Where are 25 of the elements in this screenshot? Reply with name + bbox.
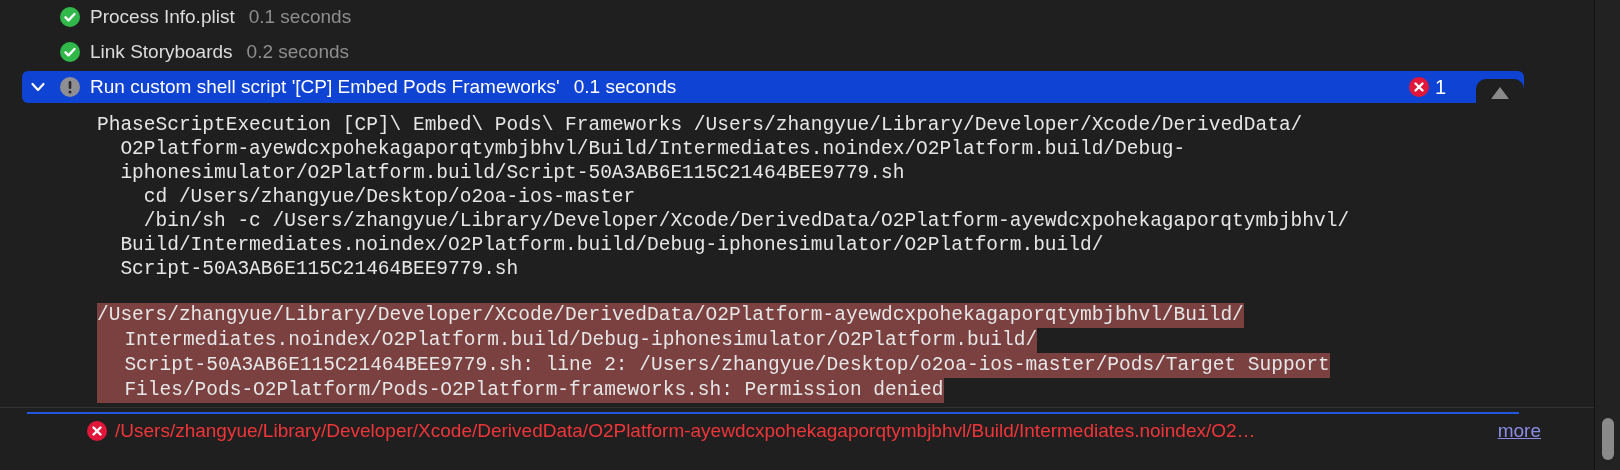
error-icon — [1408, 77, 1429, 97]
error-icon — [87, 421, 107, 441]
log-line: /bin/sh -c /Users/zhangyue/Library/Developer/Xcode/DerivedData/O2Platform-ayewdcxpohekagaporqtymbjbhvl/ — [142, 209, 1350, 233]
build-step-row[interactable]: Process Info.plist 0.1 seconds — [22, 1, 1524, 33]
log-line: Script-50A3AB6E115C21464BEE9779.sh — [119, 257, 519, 281]
step-title: Run custom shell script '[CP] Embed Pods Frameworks' — [90, 76, 560, 98]
scrollbar-thumb[interactable] — [1601, 418, 1614, 460]
step-title: Link Storyboards — [90, 41, 233, 63]
step-title: Process Info.plist — [90, 6, 235, 28]
log-line: PhaseScriptExecution [CP]\ Embed\ Pods\ Frameworks /Users/zhangyue/Library/Developer/Xcode/DerivedData/ — [97, 113, 1303, 137]
log-line: cd /Users/zhangyue/Desktop/o2oa-ios-master — [142, 185, 636, 209]
step-duration: 0.1 seconds — [248, 6, 352, 28]
error-count: 1 — [1434, 75, 1446, 99]
checkmark-icon — [60, 7, 80, 27]
log-line: O2Platform-ayewdcxpohekagaporqtymbjbhvl/Build/Intermediates.noindex/O2Platform.build/Debug- — [119, 137, 1186, 161]
log-line: iphonesimulator/O2Platform.build/Script-50A3AB6E115C21464BEE9779.sh — [119, 161, 905, 185]
error-message: /Users/zhangyue/Library/Developer/Xcode/DerivedData/O2Platform-ayewdcxpohekagaporqtymbjbhvl/Build/Intermediates.noindex/O2… — [115, 420, 1256, 442]
step-duration: 0.2 seconds — [246, 41, 350, 63]
checkmark-icon — [60, 42, 80, 62]
log-line: Build/Intermediates.noindex/O2Platform.build/Debug-iphonesimulator/O2Platform.build/ — [119, 233, 1104, 257]
exclamation-icon — [60, 77, 80, 97]
more-link[interactable]: more — [1497, 420, 1541, 442]
step-duration: 0.1 seconds — [573, 76, 677, 98]
up-triangle-icon — [1491, 87, 1509, 99]
build-step-row[interactable]: Link Storyboards 0.2 seconds — [22, 36, 1524, 68]
